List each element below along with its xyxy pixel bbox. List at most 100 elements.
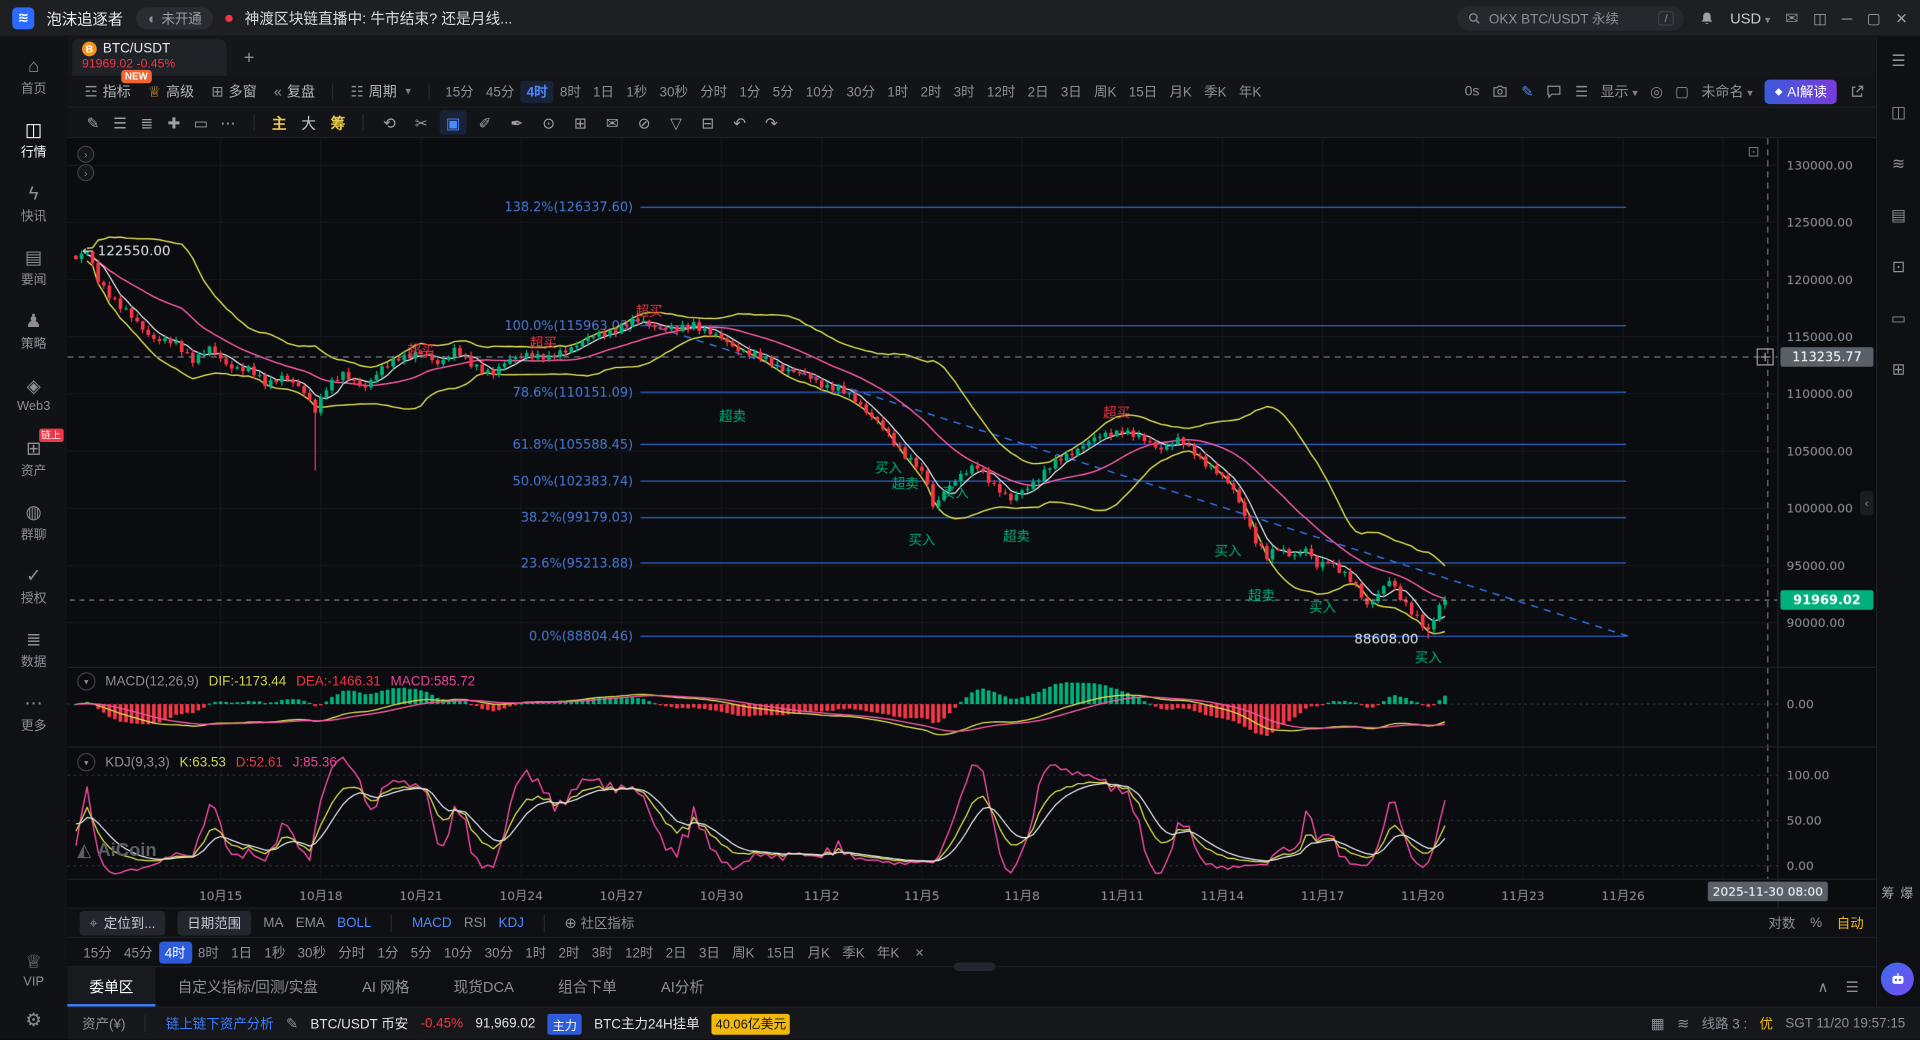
ma-toggle[interactable]: MA	[263, 915, 283, 930]
timeframe-button[interactable]: 4时	[159, 941, 192, 963]
timeframe-button[interactable]: 2日	[1021, 80, 1054, 102]
timeframe-button[interactable]: 3日	[693, 941, 726, 963]
auto-scale-toggle[interactable]: 自动	[1837, 913, 1864, 933]
ai-analysis-button[interactable]: ◆AI解读	[1765, 79, 1837, 103]
timeframe-button[interactable]: 10分	[800, 80, 841, 102]
camera-icon[interactable]	[1492, 83, 1509, 99]
main-chart-toggle[interactable]: 主	[267, 112, 292, 133]
sidebar-item-more[interactable]: ⋯ 更多	[4, 686, 63, 742]
undo-icon[interactable]: ↶	[726, 110, 753, 134]
add-tab-button[interactable]: +	[244, 48, 255, 69]
kdj-title[interactable]: KDJ(9,3,3)	[105, 755, 169, 770]
timeframe-button[interactable]: 分时	[332, 941, 371, 963]
timeframe-button[interactable]: 月K	[1163, 80, 1198, 102]
mail-icon[interactable]: ✉	[1785, 10, 1798, 26]
timeframe-button[interactable]: 30秒	[653, 80, 694, 102]
close-button[interactable]: ✕	[1895, 9, 1907, 26]
timeframe-button[interactable]: 1分	[371, 941, 404, 963]
close-row-button[interactable]: ×	[915, 943, 924, 960]
timeframe-button[interactable]: 8时	[192, 941, 225, 963]
hide-drawings-icon[interactable]: ◎	[1650, 84, 1663, 99]
annotate-tool-icon[interactable]: ✐	[471, 110, 498, 134]
display-dropdown[interactable]: 显示▾	[1600, 81, 1637, 101]
settings-gear-icon[interactable]: ⚙	[25, 1011, 41, 1029]
select-box-tool-icon[interactable]: ▣	[440, 110, 467, 134]
sidebar-item-web3[interactable]: ◈ Web3	[4, 367, 63, 423]
sidebar-item-assets[interactable]: ⊞ 资产 链上	[4, 431, 63, 487]
timeframe-button[interactable]: 分时	[694, 80, 733, 102]
sidebar-item-home[interactable]: ⌂ 首页	[4, 49, 63, 105]
timeframe-button[interactable]: 15日	[761, 941, 802, 963]
timeframe-button[interactable]: 1秒	[620, 80, 653, 102]
fullscreen-icon[interactable]: ▢	[1675, 84, 1689, 99]
draw-pencil-icon[interactable]: ✎	[80, 110, 107, 134]
news-ticker[interactable]: 神渡区块链直播中: 牛市结束? 还是月线...	[245, 7, 513, 28]
timeframe-button[interactable]: 2时	[914, 80, 947, 102]
rsi-toggle[interactable]: RSI	[464, 915, 486, 930]
timeframe-button[interactable]: 年K	[871, 941, 906, 963]
sidebar-item-headlines[interactable]: ▤ 要闻	[4, 240, 63, 296]
timeframe-button[interactable]: 30分	[478, 941, 519, 963]
list-settings-icon[interactable]: ☰	[1575, 84, 1588, 99]
depth-panel-icon[interactable]: ≋	[1892, 154, 1905, 174]
large-view-toggle[interactable]: 大	[296, 112, 321, 133]
collapse-chevron-icon[interactable]: ▾	[77, 753, 95, 771]
panel-expand-button[interactable]: ›	[77, 164, 94, 181]
edit-pencil-icon[interactable]: ✎	[286, 1016, 298, 1031]
sidebar-item-data[interactable]: ≣ 数据	[4, 622, 63, 678]
layout-name-dropdown[interactable]: 未命名▾	[1701, 81, 1752, 101]
timeframe-button[interactable]: 年K	[1233, 80, 1268, 102]
timeframe-button[interactable]: 2日	[660, 941, 693, 963]
timeframe-button[interactable]: 3时	[948, 80, 981, 102]
candlestick-chart-canvas[interactable]	[67, 138, 1876, 907]
tab-ai-grid[interactable]: AI 网格	[340, 967, 431, 1006]
multi-window-button[interactable]: ⊞多窗	[204, 79, 264, 103]
redo-icon[interactable]: ↷	[758, 110, 785, 134]
chain-analysis-link[interactable]: 链上链下资产分析	[166, 1014, 274, 1034]
timeframe-button[interactable]: 15日	[1123, 80, 1164, 102]
not-activated-tab[interactable]: ◖ 未开通	[135, 7, 212, 29]
status-pair[interactable]: BTC/USDT 币安	[310, 1014, 408, 1034]
macd-toggle[interactable]: MACD	[412, 915, 452, 930]
timeframe-button[interactable]: 2时	[552, 941, 585, 963]
filter-tool-icon[interactable]: ▽	[663, 110, 690, 134]
share-icon[interactable]	[1849, 83, 1866, 99]
timeframe-button[interactable]: 12时	[619, 941, 660, 963]
timeframe-button[interactable]: 15分	[439, 80, 480, 102]
tab-combo-order[interactable]: 组合下单	[536, 967, 639, 1006]
community-indicators-button[interactable]: ⊕ 社区指标	[564, 913, 634, 933]
timeframe-button[interactable]: 5分	[405, 941, 438, 963]
replay-button[interactable]: «复盘	[266, 79, 322, 103]
timeframe-button[interactable]: 周K	[726, 941, 761, 963]
orderbook-panel-icon[interactable]: ⊡	[1892, 257, 1905, 277]
timeframe-button[interactable]: 季K	[836, 941, 871, 963]
tab-order-zone[interactable]: 委单区	[67, 967, 155, 1006]
chip-distribution-toggle[interactable]: 筹	[326, 112, 351, 133]
maximize-button[interactable]: ▢	[1867, 9, 1881, 26]
delete-drawings-icon[interactable]: ⊟	[694, 110, 721, 134]
tab-ai-analysis[interactable]: AI分析	[639, 967, 726, 1006]
point-tool-icon[interactable]: ⊙	[535, 110, 562, 134]
log-scale-toggle[interactable]: 对数	[1768, 913, 1795, 933]
more-tools-icon[interactable]: ⋯	[214, 110, 241, 134]
kline-panel-icon[interactable]: ◫	[1891, 103, 1906, 123]
sidebar-item-vip[interactable]: ♕ VIP	[4, 948, 63, 995]
sidebar-item-strategy[interactable]: ♟ 策略	[4, 304, 63, 360]
date-range-button[interactable]: 日期范围	[177, 910, 250, 934]
timeframe-button[interactable]: 45分	[480, 80, 521, 102]
panel-expand-button[interactable]: ›	[77, 146, 94, 163]
cut-tool-icon[interactable]: ✂	[408, 110, 435, 134]
main-force-badge[interactable]: 主力	[548, 1013, 582, 1034]
kdj-toggle[interactable]: KDJ	[499, 915, 524, 930]
tab-custom-indicator[interactable]: 自定义指标/回测/实盘	[156, 967, 340, 1006]
sidebar-item-markets[interactable]: ◫ 行情	[4, 113, 63, 169]
pen-tool-icon[interactable]: ✒	[503, 110, 530, 134]
collapse-panel-icon[interactable]: ∧	[1818, 980, 1829, 995]
tab-spot-dca[interactable]: 现货DCA	[431, 967, 536, 1006]
sidebar-item-authorization[interactable]: ✓ 授权	[4, 558, 63, 614]
boll-toggle[interactable]: BOLL	[337, 915, 371, 930]
timeframe-button[interactable]: 1时	[881, 80, 914, 102]
market-search-input[interactable]: OKX BTC/USDT 永续 /	[1457, 6, 1684, 30]
hide-drawings-icon[interactable]: ⊘	[631, 110, 658, 134]
drag-handle[interactable]	[954, 962, 996, 971]
